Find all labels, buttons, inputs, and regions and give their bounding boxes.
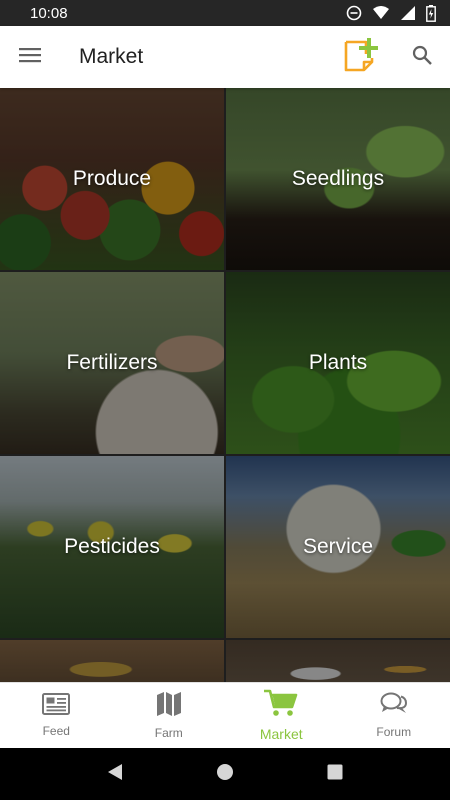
category-label: Service (302, 535, 374, 558)
back-triangle-icon (107, 763, 123, 786)
nav-label: Forum (376, 725, 412, 739)
category-tile-service[interactable]: Service (226, 456, 450, 638)
category-tile-seedlings[interactable]: Seedlings (226, 88, 450, 270)
category-tile-produce[interactable]: Produce (0, 88, 224, 270)
chat-bubbles-icon (380, 692, 408, 721)
tile-overlay (226, 640, 450, 682)
nav-label: Farm (154, 726, 183, 740)
add-listing-button[interactable] (340, 37, 380, 77)
category-tile-pesticides[interactable]: Pesticides (0, 456, 224, 638)
map-icon (156, 691, 182, 722)
system-navigation-bar (0, 748, 450, 800)
category-label: Pesticides (64, 535, 160, 558)
nav-item-farm[interactable]: Farm (113, 683, 226, 748)
category-tile-partial[interactable] (0, 640, 224, 682)
bottom-navigation: Feed Farm Market Forum (0, 682, 450, 748)
cart-icon (264, 689, 298, 722)
battery-icon (426, 4, 436, 22)
add-document-icon (342, 36, 379, 79)
home-circle-icon (216, 763, 234, 786)
search-icon (412, 45, 432, 70)
nav-label: Feed (42, 724, 70, 738)
category-tile-partial[interactable] (226, 640, 450, 682)
page-title: Market (79, 45, 144, 68)
system-recents-button[interactable] (315, 754, 355, 794)
system-home-button[interactable] (205, 754, 245, 794)
nav-label: Market (259, 726, 303, 742)
category-label: Fertilizers (66, 351, 158, 374)
recents-square-icon (327, 764, 343, 785)
status-bar: 10:08 (0, 0, 450, 26)
menu-button[interactable] (0, 26, 60, 88)
hamburger-menu-icon (19, 47, 41, 68)
status-icons (346, 4, 436, 22)
app-bar: Market (0, 26, 450, 88)
nav-item-forum[interactable]: Forum (338, 683, 450, 748)
tile-overlay (0, 640, 224, 682)
category-label: Produce (72, 167, 152, 190)
system-back-button[interactable] (95, 754, 135, 794)
do-not-disturb-icon (346, 5, 362, 21)
category-tile-fertilizers[interactable]: Fertilizers (0, 272, 224, 454)
category-tile-plants[interactable]: Plants (226, 272, 450, 454)
wifi-icon (372, 5, 390, 21)
nav-item-market[interactable]: Market (225, 683, 338, 748)
status-time: 10:08 (30, 4, 68, 22)
search-button[interactable] (402, 37, 442, 77)
category-label: Seedlings (291, 167, 385, 190)
category-grid: Produce Seedlings Fertilizers Plants Pes… (0, 88, 450, 682)
category-label: Plants (308, 351, 368, 374)
nav-item-feed[interactable]: Feed (0, 683, 113, 748)
cellular-icon (400, 5, 416, 21)
newspaper-icon (42, 693, 71, 720)
